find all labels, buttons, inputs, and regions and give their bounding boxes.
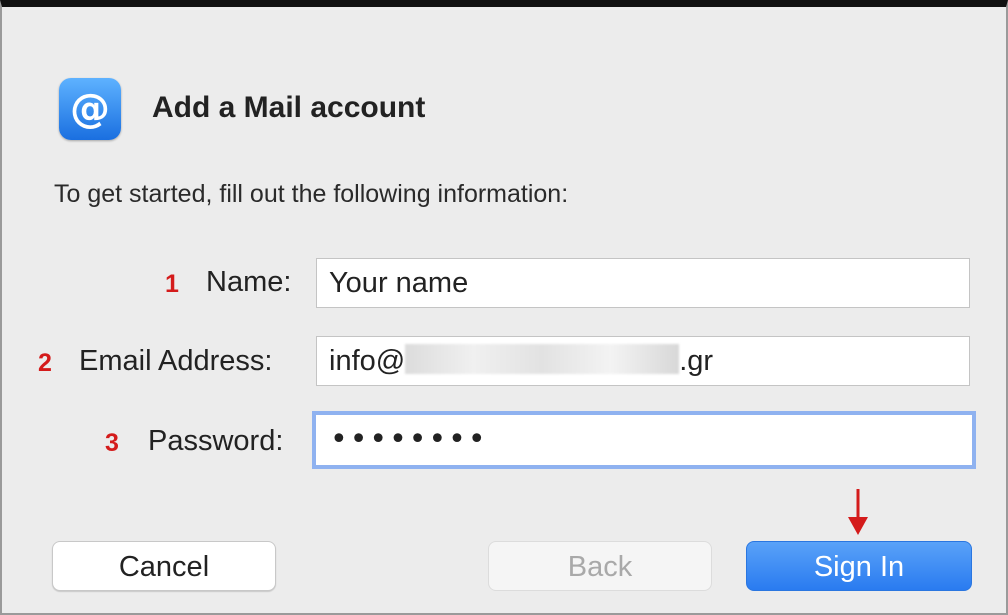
annotation-number-2: 2: [38, 349, 52, 377]
name-field-value: Your name: [329, 267, 469, 299]
at-sign-icon: @: [59, 78, 121, 140]
annotation-arrow-icon: [848, 489, 868, 535]
add-mail-account-dialog: @ Add a Mail account To get started, fil…: [0, 0, 1008, 615]
name-field[interactable]: Your name: [316, 258, 970, 308]
sign-in-button[interactable]: Sign In: [746, 541, 972, 591]
dialog-title: Add a Mail account: [152, 91, 426, 124]
password-value: ••••••••: [330, 422, 488, 457]
email-value-prefix: info@: [329, 345, 406, 377]
cancel-button[interactable]: Cancel: [52, 541, 276, 591]
annotation-number-1: 1: [165, 270, 179, 298]
annotation-number-3: 3: [105, 429, 119, 457]
name-label: Name:: [206, 266, 292, 298]
password-label: Password:: [148, 425, 284, 457]
password-field[interactable]: ••••••••: [312, 411, 976, 469]
intro-text: To get started, fill out the following i…: [54, 180, 569, 208]
redacted-domain: [405, 344, 680, 374]
back-button[interactable]: Back: [488, 541, 712, 591]
email-value-suffix: .gr: [679, 345, 714, 377]
email-address-label: Email Address:: [79, 345, 273, 377]
email-address-field[interactable]: info@ .gr: [316, 336, 970, 386]
